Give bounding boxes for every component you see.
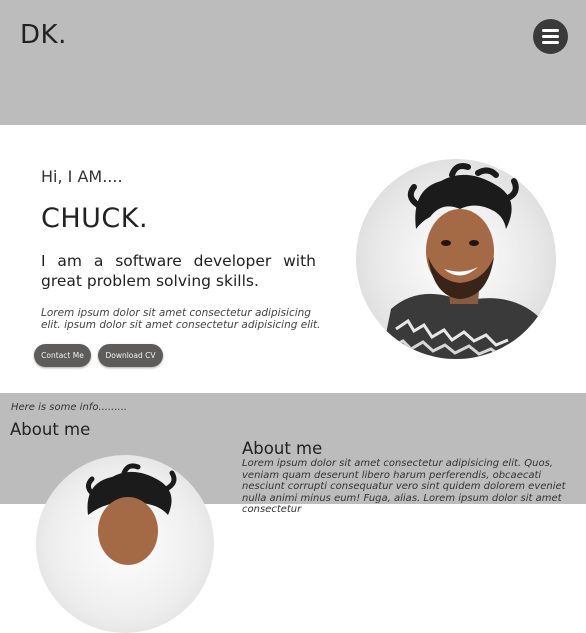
hero-name: CHUCK. bbox=[41, 203, 149, 234]
hero-section: Hi, I AM.... CHUCK. I am a software deve… bbox=[0, 125, 586, 393]
hamburger-menu-icon[interactable] bbox=[533, 19, 568, 54]
hero-tagline: I am a software developer with great pro… bbox=[41, 252, 316, 290]
about-heading-right: About me bbox=[242, 439, 323, 458]
menu-bar-bottom bbox=[542, 41, 559, 44]
info-caption: Here is some info......... bbox=[11, 402, 128, 413]
download-cv-button[interactable]: Download CV bbox=[98, 344, 163, 367]
about-heading-left: About me bbox=[10, 420, 91, 439]
about-section: Here is some info......... About me Abou… bbox=[0, 393, 586, 633]
menu-bar-top bbox=[542, 29, 559, 32]
hero-blurb: Lorem ipsum dolor sit amet consectetur a… bbox=[41, 307, 321, 331]
hero-greeting: Hi, I AM.... bbox=[41, 167, 123, 186]
about-photo-illustration bbox=[86, 463, 177, 565]
site-logo[interactable]: DK. bbox=[20, 20, 67, 50]
site-header: DK. bbox=[0, 0, 586, 125]
about-photo bbox=[36, 455, 214, 633]
contact-me-button[interactable]: Contact Me bbox=[34, 344, 91, 367]
profile-photo bbox=[356, 159, 556, 359]
profile-photo-illustration bbox=[381, 163, 551, 359]
about-paragraph: Lorem ipsum dolor sit amet consectetur a… bbox=[242, 458, 566, 515]
menu-bar-middle bbox=[542, 35, 559, 38]
